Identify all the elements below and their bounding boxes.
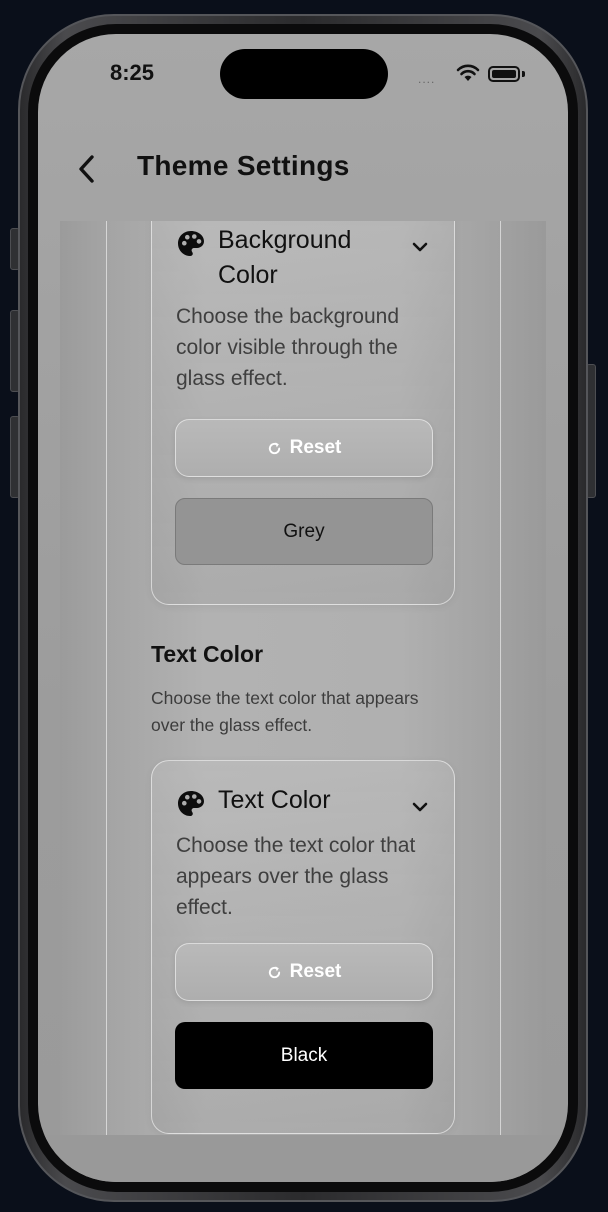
chevron-down-icon[interactable] — [410, 237, 430, 257]
background-reset-label: Reset — [289, 437, 342, 458]
background-reset-button[interactable]: Reset — [175, 419, 433, 477]
text-color-section-title: Text Color — [151, 641, 264, 667]
battery-icon — [488, 66, 520, 82]
text-color-description: Choose the text color that appears over … — [176, 834, 416, 919]
page-title: Theme Settings — [137, 150, 350, 181]
back-button[interactable] — [68, 149, 104, 189]
background-color-header[interactable]: Background Color — [176, 223, 430, 293]
text-color-section-description: Choose the text color that appears over … — [151, 688, 419, 735]
palette-icon — [178, 231, 204, 256]
phone-screen: 8:25 .... Theme Settings Background Colo… — [38, 34, 568, 1182]
status-time: 8:25 — [110, 60, 155, 85]
battery-cap — [522, 71, 525, 77]
wifi-icon — [456, 64, 480, 81]
refresh-icon — [268, 441, 280, 454]
chevron-left-icon — [79, 155, 94, 183]
text-reset-button[interactable]: Reset — [175, 943, 433, 1001]
text-color-title: Text Color — [218, 786, 331, 814]
bottom-safe-area — [38, 1135, 568, 1182]
refresh-icon — [268, 965, 280, 978]
text-color-select[interactable]: Black — [175, 1022, 433, 1089]
text-color-card: Text Color Choose the text color that ap… — [151, 760, 455, 1134]
background-color-card: Background Color Choose the background c… — [151, 221, 455, 605]
text-color-header[interactable]: Text Color — [176, 783, 430, 819]
background-color-select[interactable]: Grey — [175, 498, 433, 565]
background-color-title: Background Color — [218, 226, 352, 289]
text-color-value: Black — [280, 1044, 328, 1066]
panel-edge-right — [500, 221, 501, 1135]
palette-icon — [178, 791, 204, 816]
dynamic-island — [220, 49, 388, 99]
signal-indicator: .... — [418, 72, 436, 86]
chevron-down-icon[interactable] — [410, 797, 430, 817]
text-reset-label: Reset — [289, 961, 342, 982]
panel-edge-left — [106, 221, 107, 1135]
background-color-value: Grey — [283, 520, 325, 542]
settings-scroll-area[interactable]: Background Color Choose the background c… — [60, 221, 546, 1135]
background-color-description: Choose the background color visible thro… — [176, 305, 399, 390]
